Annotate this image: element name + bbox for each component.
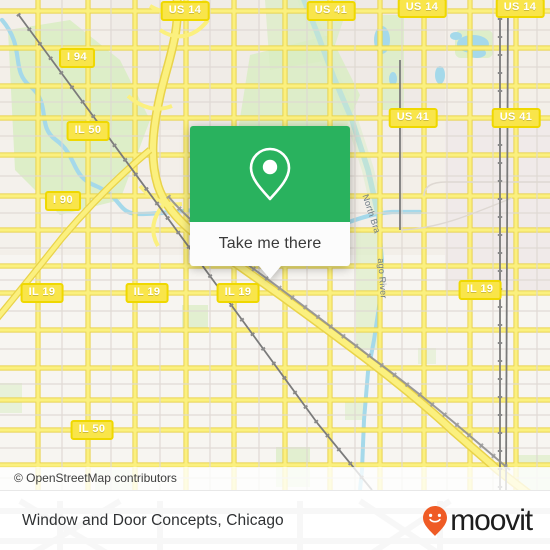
- map-canvas[interactable]: North Bra ago River US 14 US 41 US 14 US 14…: [0, 0, 550, 490]
- moovit-pin-smile-icon: [423, 506, 448, 536]
- moovit-wordmark: moovit: [450, 504, 533, 537]
- moovit-logo[interactable]: moovit: [422, 504, 533, 537]
- road-shield: IL 50: [66, 121, 110, 141]
- road-shield: IL 19: [216, 283, 260, 303]
- road-shield: IL 19: [458, 280, 502, 300]
- road-shield: I 90: [45, 191, 81, 211]
- road-shield: IL 50: [70, 420, 114, 440]
- road-shield: US 14: [495, 0, 545, 18]
- road-shield: US 41: [306, 1, 356, 21]
- road-shield: IL 19: [125, 283, 169, 303]
- place-title: Window and Door Concepts, Chicago: [22, 512, 284, 529]
- road-shield: US 14: [160, 1, 210, 21]
- road-shield: US 41: [491, 108, 541, 128]
- popup-pointer: [259, 266, 281, 279]
- footer-bar: Window and Door Concepts, Chicago moovit: [0, 490, 550, 550]
- road-shield: I 94: [59, 48, 95, 68]
- take-me-there-label: Take me there: [218, 235, 322, 252]
- map-pin-icon: [249, 147, 291, 201]
- road-shield: US 41: [388, 108, 438, 128]
- map-screenshot: North Bra ago River US 14 US 41 US 14 US 14…: [0, 0, 550, 550]
- osm-attribution[interactable]: © OpenStreetMap contributors: [0, 467, 550, 490]
- road-shield: IL 19: [20, 283, 64, 303]
- take-me-there-button[interactable]: Take me there: [190, 222, 350, 266]
- road-shield: US 14: [397, 0, 447, 18]
- location-popup-card[interactable]: Take me there: [190, 126, 350, 279]
- popup-icon-panel: [190, 126, 350, 222]
